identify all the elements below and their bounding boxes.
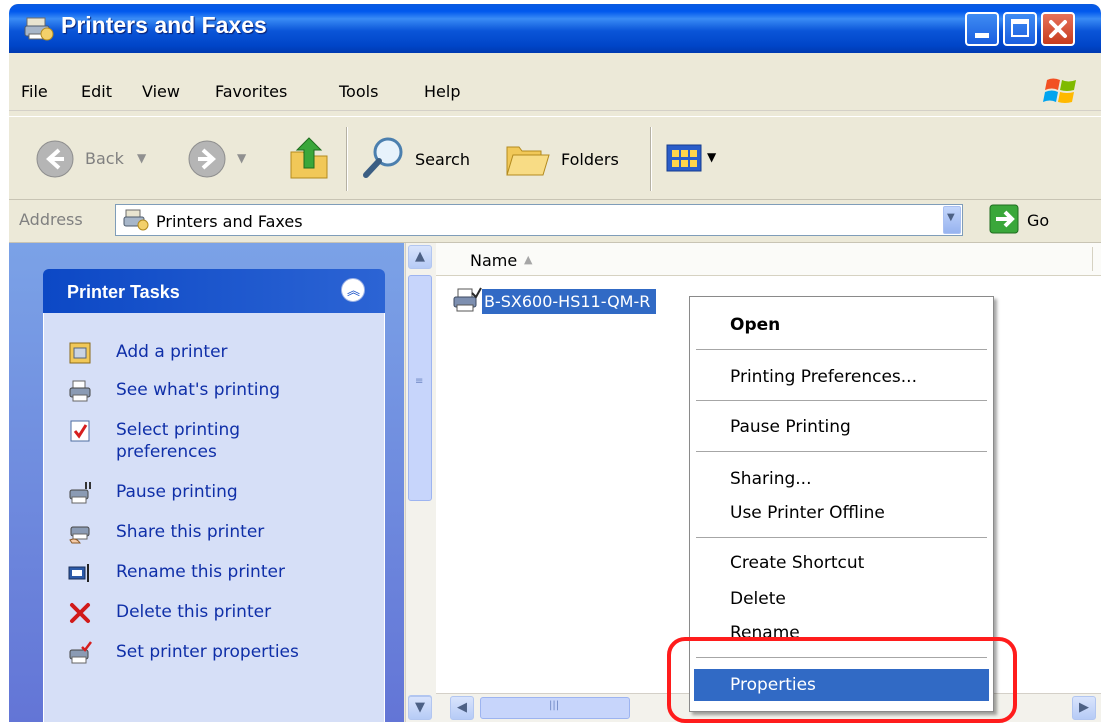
menu-item-create-shortcut[interactable]: Create Shortcut <box>694 547 989 579</box>
menu-item-label: Open <box>730 315 781 335</box>
maximize-button[interactable] <box>1003 12 1037 46</box>
menu-item-label: Create Shortcut <box>730 553 865 573</box>
printer-tasks-list: Add a printer See what's printing Select… <box>43 313 385 722</box>
menu-item-use-offline[interactable]: Use Printer Offline <box>694 497 989 529</box>
scroll-up-button[interactable]: ▲ <box>408 245 432 269</box>
views-button[interactable]: ▼ <box>665 141 727 177</box>
menu-item-label: Use Printer Offline <box>730 503 885 523</box>
column-name-label: Name <box>470 251 518 270</box>
menu-divider <box>696 400 987 401</box>
up-folder-icon[interactable] <box>287 134 331 182</box>
title-bar[interactable]: Printers and Faxes <box>9 4 1101 53</box>
toolbar: Back ▼ ▼ Search Folders ▼ <box>9 116 1101 200</box>
menu-item-delete[interactable]: Delete <box>694 583 989 615</box>
close-icon <box>1049 20 1067 38</box>
vertical-scroll-thumb[interactable]: ≡ <box>408 275 432 501</box>
menu-item-pause-printing[interactable]: Pause Printing <box>694 411 989 443</box>
vertical-scrollbar[interactable]: ▲ ≡ ▼ <box>405 243 436 722</box>
scroll-left-button[interactable]: ◀ <box>450 696 474 720</box>
menu-item-printing-preferences[interactable]: Printing Preferences... <box>694 361 989 393</box>
preferences-icon <box>70 420 90 442</box>
chevron-down-icon: ▼ <box>947 212 955 223</box>
menu-help[interactable]: Help <box>424 82 460 101</box>
highlight-annotation <box>667 637 1017 723</box>
horizontal-scroll-thumb[interactable]: ||| <box>480 697 630 719</box>
menu-item-sharing[interactable]: Sharing... <box>694 463 989 495</box>
go-label: Go <box>1027 211 1050 230</box>
printer-tasks-header[interactable]: Printer Tasks ︽ <box>43 269 385 313</box>
column-header-name[interactable]: Name ▲ <box>436 243 1101 276</box>
pause-printer-icon <box>69 482 91 504</box>
forward-arrow-icon <box>188 140 226 178</box>
address-value: Printers and Faxes <box>156 212 303 231</box>
address-label: Address <box>19 210 83 229</box>
share-printer-icon <box>69 526 90 544</box>
menu-view[interactable]: View <box>142 82 180 101</box>
printer-tasks-title: Printer Tasks <box>67 282 180 302</box>
sort-ascending-icon: ▲ <box>524 253 533 266</box>
task-label: Add a printer <box>116 342 228 362</box>
back-button[interactable]: Back ▼ <box>35 137 163 181</box>
menu-divider <box>696 451 987 452</box>
printer-folder-icon <box>24 17 54 41</box>
task-label: Share this printer <box>116 522 265 542</box>
printer-queue-icon <box>69 380 91 402</box>
grip-icon: ||| <box>549 700 560 711</box>
windows-logo-icon <box>1043 78 1076 103</box>
folders-icon <box>506 146 550 176</box>
rename-icon <box>68 564 89 582</box>
printer-folder-icon <box>123 209 149 231</box>
scroll-right-button[interactable]: ▶ <box>1072 696 1096 720</box>
folders-button[interactable]: Folders <box>505 135 645 183</box>
corner-scroll-down-button[interactable]: ▼ <box>408 696 432 720</box>
printer-icon <box>453 287 482 312</box>
grip-icon: ≡ <box>415 376 424 387</box>
menu-file[interactable]: File <box>21 82 48 101</box>
forward-dropdown-icon: ▼ <box>237 151 247 165</box>
menu-item-label: Sharing... <box>730 469 812 489</box>
menu-bar: File Edit View Favorites Tools Help <box>9 72 1101 111</box>
task-label: See what's printing <box>116 380 281 400</box>
views-icon <box>666 144 702 172</box>
minimize-button[interactable] <box>965 12 999 46</box>
menu-favorites[interactable]: Favorites <box>215 82 287 101</box>
window-title: Printers and Faxes <box>61 12 267 38</box>
chevron-up-double-icon: ︽ <box>347 284 361 299</box>
menu-item-label: Pause Printing <box>730 417 851 437</box>
printer-name: B-SX600-HS11-QM-R <box>482 289 657 314</box>
task-label: Delete this printer <box>116 602 272 622</box>
menu-item-label: Delete <box>730 589 786 609</box>
menu-tools[interactable]: Tools <box>339 82 378 101</box>
task-label: Set printer properties <box>116 642 299 662</box>
back-label: Back <box>85 149 124 168</box>
task-label: Rename this printer <box>116 562 285 582</box>
task-label: Select printing preferences <box>116 420 241 462</box>
menu-divider <box>696 349 987 350</box>
address-bar: Address Printers and Faxes ▼ Go <box>9 200 1101 243</box>
add-printer-icon <box>69 342 91 364</box>
search-label: Search <box>415 150 470 169</box>
forward-button[interactable]: ▼ <box>187 137 253 181</box>
address-dropdown-button[interactable]: ▼ <box>943 206 961 234</box>
views-dropdown-icon: ▼ <box>707 150 717 164</box>
menu-item-label: Printing Preferences... <box>730 367 917 387</box>
address-input[interactable]: Printers and Faxes <box>115 204 963 236</box>
back-dropdown-icon: ▼ <box>137 151 147 165</box>
folders-label: Folders <box>561 150 619 169</box>
menu-edit[interactable]: Edit <box>81 82 112 101</box>
delete-icon <box>70 603 90 623</box>
task-pane: Printer Tasks ︽ Add a printer See what's… <box>9 243 404 722</box>
menu-divider <box>696 537 987 538</box>
search-icon <box>363 137 403 178</box>
go-arrow-icon <box>989 204 1019 234</box>
close-button[interactable] <box>1041 12 1075 46</box>
list-item[interactable]: B-SX600-HS11-QM-R <box>452 287 722 319</box>
task-label: Pause printing <box>116 482 238 502</box>
search-button[interactable]: Search <box>361 135 491 183</box>
properties-icon <box>69 641 92 664</box>
collapse-button[interactable]: ︽ <box>341 278 365 302</box>
back-arrow-icon <box>36 140 74 178</box>
menu-item-open[interactable]: Open <box>694 309 989 341</box>
go-button[interactable]: Go <box>989 204 1069 238</box>
